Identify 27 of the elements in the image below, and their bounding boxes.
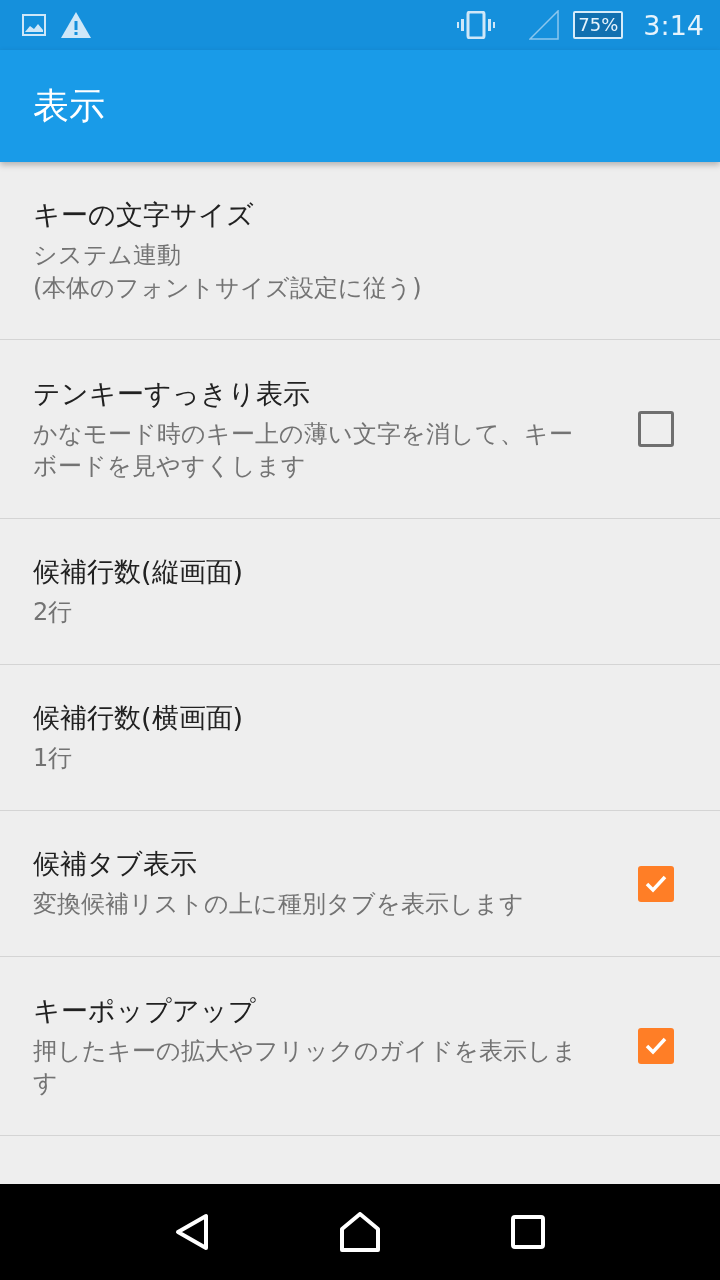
check-icon xyxy=(644,873,668,894)
setting-title: テンキーすっきり表示 xyxy=(33,376,311,411)
setting-summary: 変換候補リストの上に種別タブを表示します xyxy=(33,889,525,921)
setting-summary: 2行 xyxy=(33,597,74,629)
warning-icon xyxy=(60,11,92,39)
battery-indicator: 75% xyxy=(573,11,624,39)
setting-summary: 押したキーの拡大やフリックのガイドを表示します xyxy=(33,1035,578,1099)
screen-title: 表示 xyxy=(33,83,105,128)
setting-summary: システム連動 (本体のフォントサイズ設定に従う) xyxy=(33,240,423,304)
clock: 3:14 xyxy=(643,9,704,41)
check-icon xyxy=(644,1036,668,1056)
setting-title: 候補行数(横画面) xyxy=(33,701,245,736)
setting-title: 候補行数(縦画面) xyxy=(33,555,245,590)
setting-summary: かなモード時のキー上の薄い文字を消して、キーボードを見やすくします xyxy=(33,418,574,482)
checkbox[interactable] xyxy=(638,865,674,902)
checkbox[interactable] xyxy=(638,411,674,447)
home-icon[interactable] xyxy=(340,1212,380,1252)
recents-icon[interactable] xyxy=(510,1215,545,1249)
checkbox[interactable] xyxy=(638,1028,674,1064)
vibrate-icon xyxy=(457,11,496,39)
back-icon[interactable] xyxy=(175,1213,210,1251)
signal-icon xyxy=(529,10,560,40)
setting-title: 候補タブ表示 xyxy=(33,847,198,882)
setting-title: キーポップアップ xyxy=(33,993,257,1028)
setting-summary: 1行 xyxy=(33,743,74,775)
setting-title: キーの文字サイズ xyxy=(33,198,255,233)
image-icon xyxy=(22,14,46,36)
